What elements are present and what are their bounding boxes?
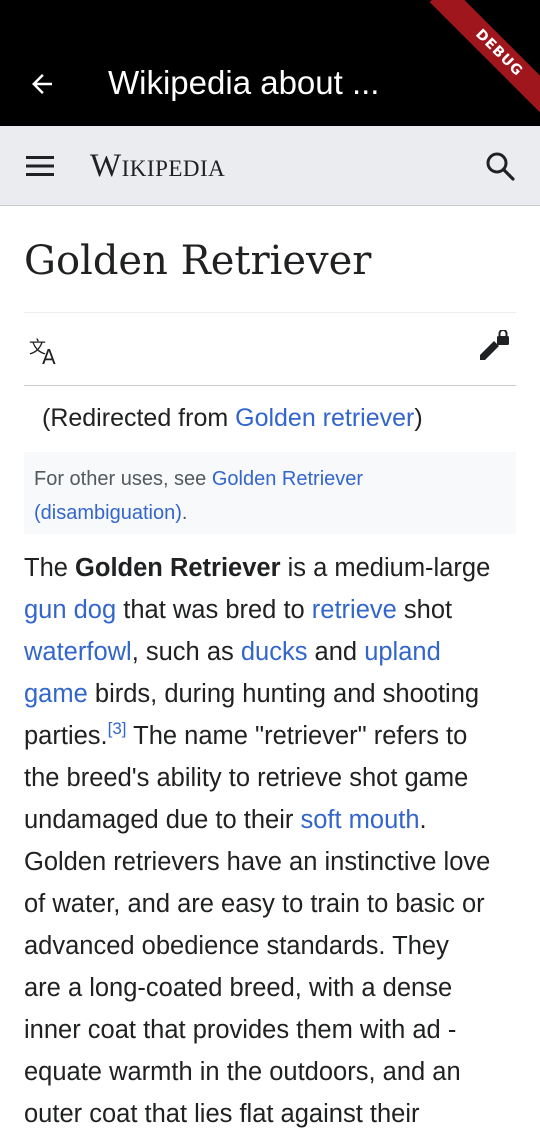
link-gun-dog[interactable]: gun dog [24,596,116,624]
paragraph-line: the breed's ability to retrieve shot gam… [24,764,469,792]
article-subject-bold: Golden Retriever [75,554,281,582]
text: birds, during hunting and shooting [87,680,480,708]
edit-locked-button[interactable] [476,329,512,366]
paragraph-line: equate warmth in the outdoors, and an [24,1058,461,1086]
app-title: Wikipedia about ... [108,64,380,101]
page-title: Golden Retriever [24,238,372,284]
menu-button[interactable] [18,144,62,188]
app-bar: Wikipedia about ... DEBUG [0,0,540,126]
paragraph-line: game birds, during hunting and shooting [24,673,520,715]
link-soft-mouth[interactable]: soft mouth [300,806,419,834]
paragraph-line: inner coat that provides them with ad - [24,1016,457,1044]
search-icon [486,152,515,181]
text: . [419,806,427,834]
svg-text:A: A [42,345,56,368]
paragraph-line: are a long-coated breed, with a dense [24,974,453,1002]
text: , such as [131,638,241,666]
paragraph-line: of water, and are easy to train to basic… [24,890,485,918]
paragraph-line: advanced obedience standards. They [24,932,449,960]
hatnote-suffix: . [181,502,188,524]
article-intro-paragraph: The Golden Retriever is a medium-large g… [24,547,520,1135]
paragraph-line: parties.[3] The name "retriever" refers … [24,715,520,757]
actions-divider [24,385,516,386]
translate-icon: 文 A [29,338,56,369]
paragraph-line: Golden retrievers have an instinctive lo… [24,848,491,876]
wikipedia-wordmark[interactable]: Wikipedia [90,148,225,185]
disambiguation-link-line1: Golden Retriever [211,468,364,490]
link-ducks[interactable]: ducks [241,638,308,666]
hatnote-prefix: For other uses, see [34,468,212,490]
hamburger-menu-icon [26,156,54,176]
text: that was bred to [116,596,312,624]
text: The [24,554,76,582]
citation-ref-3[interactable]: [3] [108,719,127,738]
redirect-source-link[interactable]: Golden retriever [235,404,414,432]
text: parties. [24,722,108,750]
wikipedia-header: Wikipedia [0,126,540,206]
disambiguation-link-line2: (disambiguation) [34,502,182,524]
redirect-notice: (Redirected from Golden retriever) [42,404,423,433]
arrow-back-icon [32,74,52,94]
paragraph-line: outer coat that lies flat against their [24,1100,420,1128]
link-upland-game-part2[interactable]: game [24,680,88,708]
link-retrieve[interactable]: retrieve [312,596,397,624]
debug-banner: DEBUG [429,0,540,123]
text: The name "retriever" refers to [126,722,468,750]
language-button[interactable]: 文 A [28,334,64,370]
hatnote: For other uses, see Golden Retriever (dis… [24,452,516,534]
link-upland-game-part1[interactable]: upland [364,638,441,666]
paragraph-line: gun dog that was bred to retrieve shot [24,589,520,631]
link-waterfowl[interactable]: waterfowl [24,638,132,666]
text: shot [396,596,453,624]
title-divider [24,312,516,313]
paragraph-line: The Golden Retriever is a medium-large [24,547,520,589]
paragraph-line: undamaged due to their soft mouth. [24,799,520,841]
paragraph-line: waterfowl, such as ducks and upland [24,631,520,673]
edit-locked-icon [480,329,509,360]
redirect-suffix: ) [414,404,423,432]
redirect-prefix: (Redirected from [42,404,236,432]
text: undamaged due to their [24,806,301,834]
back-button[interactable] [18,60,66,108]
search-button[interactable] [478,144,522,188]
text: and [307,638,365,666]
text: is a medium-large [280,554,491,582]
